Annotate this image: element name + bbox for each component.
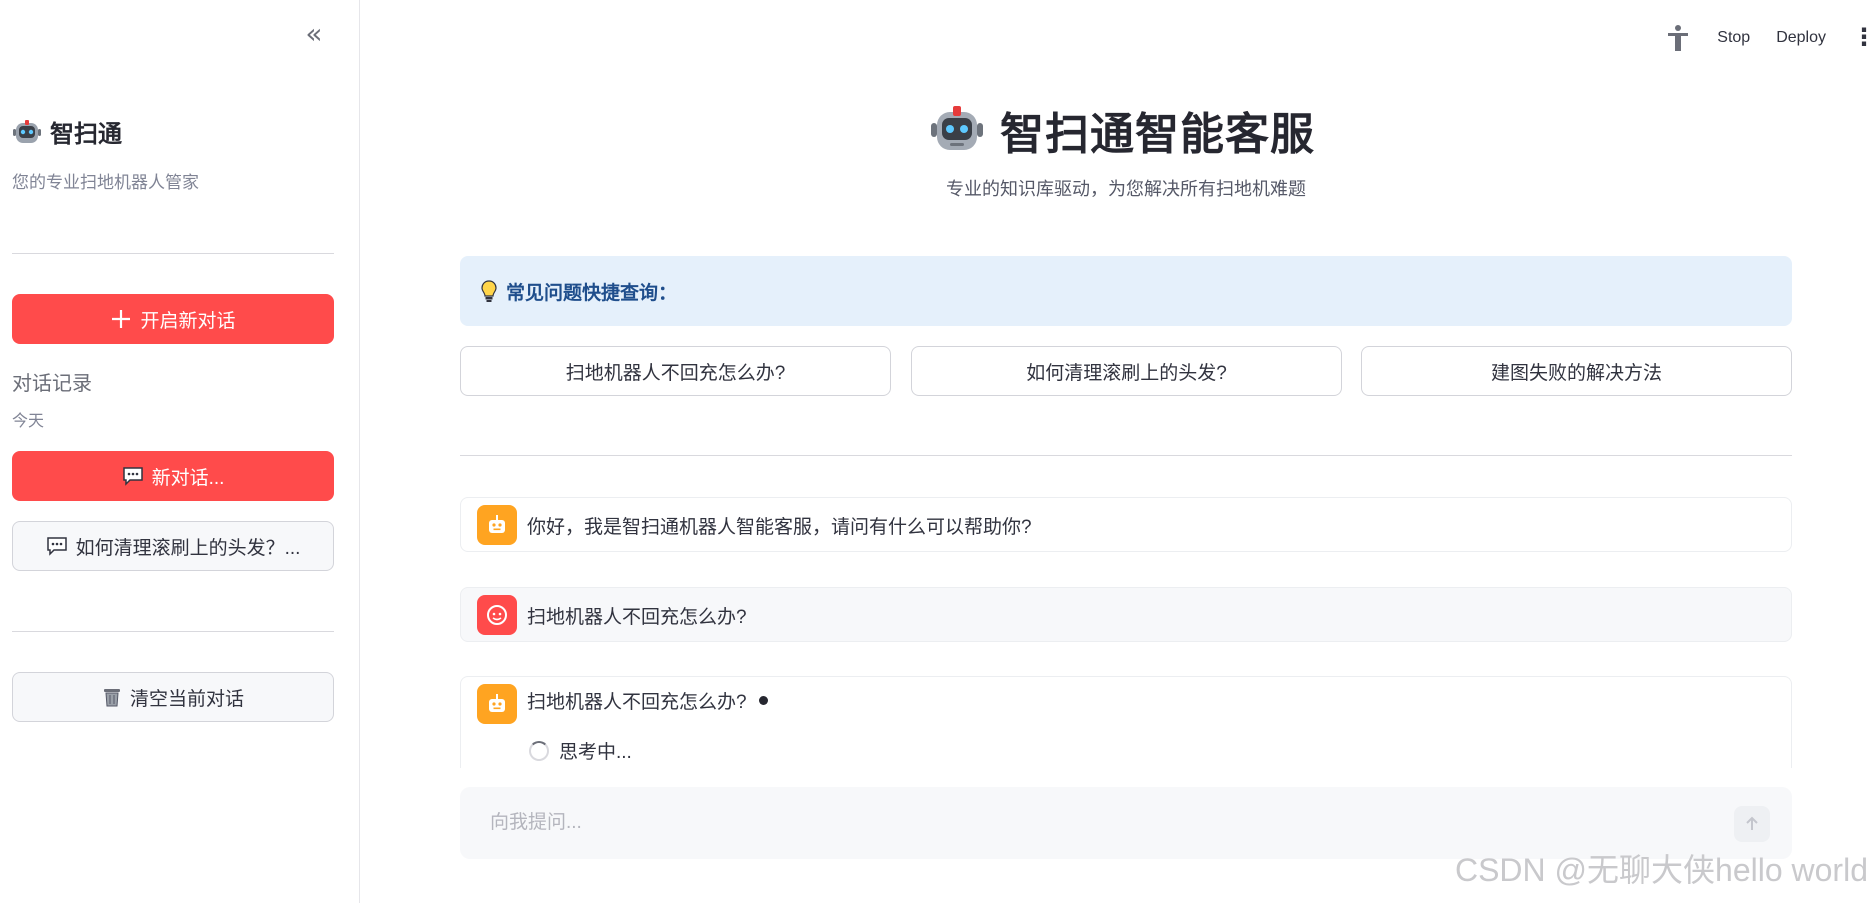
- history-title: 对话记录: [12, 373, 92, 395]
- trash-can-icon: [103, 689, 120, 707]
- chat-message-assistant: 你好，我是智扫通机器人智能客服，请问有什么可以帮助你?: [460, 497, 1792, 552]
- app-toolbar: Stop Deploy ⋮: [1665, 22, 1876, 54]
- robot-face-icon: [931, 106, 983, 150]
- kebab-menu-icon[interactable]: ⋮: [1852, 26, 1876, 50]
- history-item-label: 如何清理滚刷上的头发？...: [75, 537, 301, 559]
- history-group-today: 今天: [12, 413, 45, 430]
- watermark: CSDN @无聊大侠hello world: [1454, 852, 1868, 888]
- smiley-face-icon: [487, 605, 507, 625]
- message-text: 扫地机器人不回充怎么办?: [527, 687, 768, 714]
- arrow-up-icon: [1746, 816, 1758, 830]
- brand-title: 智扫通: [50, 121, 122, 148]
- streaming-cursor: [758, 696, 768, 706]
- loading-spinner-icon: [529, 740, 549, 761]
- page-title-text: 智扫通智能客服: [1000, 110, 1315, 159]
- faq-button[interactable]: 建图失败的解决方法: [1361, 346, 1792, 396]
- faq-button[interactable]: 如何清理滚刷上的头发?: [911, 346, 1342, 396]
- clear-conversation-button[interactable]: 清空当前对话: [12, 672, 334, 722]
- user-avatar: [477, 595, 517, 635]
- sidebar-brand: 智扫通: [12, 114, 122, 149]
- accessibility-figure-icon[interactable]: [1665, 24, 1691, 52]
- assistant-avatar: [477, 684, 517, 724]
- faq-header: 常见问题快捷查询：: [506, 282, 678, 304]
- clear-conversation-label: 清空当前对话: [129, 688, 244, 710]
- collapse-sidebar-icon[interactable]: «: [300, 20, 328, 50]
- robot-face-icon: [13, 119, 41, 143]
- chat-input[interactable]: [490, 807, 1690, 839]
- sidebar: « 智扫通 您的专业扫地机器人管家 开启新对话 对话记录 今天 新对话... 如…: [0, 0, 360, 903]
- chat-message-user: 扫地机器人不回充怎么办?: [460, 587, 1792, 642]
- page-title: 智扫通智能客服: [930, 98, 1315, 162]
- history-item-label: 新对话...: [151, 467, 225, 489]
- chat-message-assistant: 扫地机器人不回充怎么办? 思考中...: [460, 676, 1792, 768]
- faq-info-box: 常见问题快捷查询：: [460, 256, 1792, 326]
- speech-bubble-icon: [46, 537, 67, 556]
- new-chat-button[interactable]: 开启新对话: [12, 294, 334, 344]
- plus-icon: [112, 310, 131, 328]
- robot-icon: [489, 694, 505, 712]
- sidebar-divider: [12, 631, 334, 632]
- thinking-status: 思考中...: [529, 737, 632, 764]
- robot-icon: [489, 515, 505, 533]
- assistant-avatar: [477, 505, 517, 545]
- thinking-status-text: 思考中...: [559, 742, 632, 763]
- message-text: 你好，我是智扫通机器人智能客服，请问有什么可以帮助你?: [527, 517, 1032, 538]
- page-subtitle: 专业的知识库驱动，为您解决所有扫地机难题: [946, 179, 1306, 199]
- message-text-content: 扫地机器人不回充怎么办?: [527, 692, 747, 713]
- sidebar-divider: [12, 253, 334, 254]
- lightbulb-icon: [481, 280, 497, 302]
- speech-bubble-icon: [122, 467, 143, 486]
- deploy-button[interactable]: Deploy: [1776, 29, 1826, 47]
- new-chat-label: 开启新对话: [140, 310, 236, 332]
- send-button[interactable]: [1734, 806, 1770, 842]
- history-item[interactable]: 如何清理滚刷上的头发？...: [12, 521, 334, 571]
- message-text: 扫地机器人不回充怎么办?: [527, 607, 747, 628]
- stop-button[interactable]: Stop: [1717, 29, 1750, 47]
- history-item-active[interactable]: 新对话...: [12, 451, 334, 501]
- faq-button[interactable]: 扫地机器人不回充怎么办?: [460, 346, 891, 396]
- brand-subtitle: 您的专业扫地机器人管家: [12, 173, 199, 192]
- main-divider: [460, 455, 1792, 456]
